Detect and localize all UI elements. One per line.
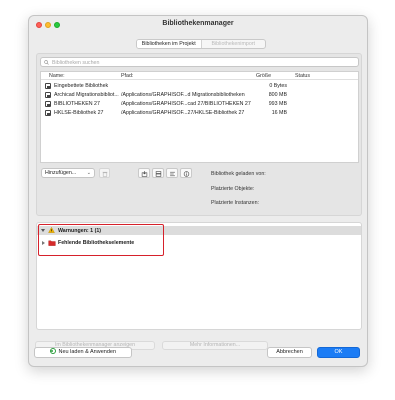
row-path: /Applications/GRAPHISOF...d Migrationsbi… — [121, 92, 245, 98]
libraries-panel: Bibliotheken suchen Name: Pfad: Größe St… — [36, 53, 362, 216]
table-header: Name: Pfad: Größe Status — [41, 72, 358, 80]
placed-instances-label: Platzierte Instanzen: — [211, 200, 259, 206]
table-row[interactable]: Eingebettete Bibliothek 0 Bytes — [41, 82, 358, 90]
library-icon — [45, 83, 51, 89]
cancel-label: Abbrechen — [276, 349, 303, 355]
ok-button[interactable]: OK — [317, 347, 360, 358]
chevron-down-icon: ⌄ — [86, 170, 91, 176]
row-path: /Applications/GRAPHISOF...cad 27/BIBLIOT… — [121, 101, 251, 107]
remove-library-button[interactable] — [99, 168, 110, 178]
row-name: Archicad Migrationsbibliot... — [54, 92, 119, 98]
column-header-size[interactable]: Größe — [256, 73, 271, 79]
more-info-label: Mehr Informationen... — [189, 342, 241, 348]
search-input[interactable]: Bibliotheken suchen — [40, 57, 359, 67]
library-import-icon — [141, 170, 148, 177]
reload-apply-button[interactable]: Neu laden & Anwenden — [34, 347, 132, 358]
library-table: Name: Pfad: Größe Status Eingebettete Bi… — [40, 71, 359, 163]
row-name: Eingebettete Bibliothek — [54, 83, 109, 89]
loaded-from-label: Bibliothek geladen von: — [211, 171, 266, 177]
row-size: 0 Bytes — [269, 83, 287, 89]
library-tool-button-1[interactable] — [138, 168, 150, 178]
add-library-dropdown[interactable]: Hinzufügen... ⌄ — [41, 168, 95, 178]
row-size: 16 MB — [271, 110, 287, 116]
library-icon — [45, 92, 51, 98]
table-row[interactable]: HKLSE-Bibliothek 27 /Applications/GRAPHI… — [41, 109, 358, 117]
titlebar: Bibliothekenmanager — [29, 16, 367, 34]
table-row[interactable]: Archicad Migrationsbibliot... /Applicati… — [41, 91, 358, 99]
row-name: BIBLIOTHEKEN 27 — [54, 101, 100, 107]
window-title: Bibliothekenmanager — [162, 20, 234, 27]
add-library-label: Hinzufügen... — [45, 170, 77, 176]
row-size: 993 MB — [268, 101, 287, 107]
column-header-name[interactable]: Name: — [49, 73, 65, 79]
library-icon — [45, 101, 51, 107]
reload-apply-label: Neu laden & Anwenden — [58, 349, 117, 355]
library-list-icon — [170, 171, 175, 176]
row-size: 800 MB — [268, 92, 287, 98]
highlight-box — [38, 224, 164, 256]
table-row[interactable]: BIBLIOTHEKEN 27 /Applications/GRAPHISOF.… — [41, 100, 358, 108]
tab-library-import[interactable]: Bibliothekenimport — [202, 40, 266, 48]
info-icon — [183, 170, 190, 177]
placed-objects-label: Platzierte Objekte: — [211, 186, 255, 192]
tab-libraries-in-project[interactable]: Bibliotheken im Projekt — [137, 40, 202, 48]
search-placeholder: Bibliotheken suchen — [52, 59, 100, 66]
warnings-panel: Warnungen: 1 (1) Fehlende Bibliotheksele… — [36, 222, 362, 330]
search-icon — [44, 59, 49, 65]
trash-icon — [102, 171, 108, 177]
cancel-button[interactable]: Abbrechen — [267, 347, 312, 358]
tab-bar: Bibliotheken im Projekt Bibliothekenimpo… — [136, 39, 266, 49]
column-header-path[interactable]: Pfad: — [121, 73, 133, 79]
row-path: /Applications/GRAPHISOF...27/HKLSE-Bibli… — [121, 110, 245, 116]
more-info-button[interactable]: Mehr Informationen... — [162, 341, 268, 350]
row-name: HKLSE-Bibliothek 27 — [54, 110, 104, 116]
library-info-button[interactable] — [180, 168, 192, 178]
reload-icon — [49, 348, 56, 354]
library-icon — [45, 110, 51, 116]
library-stack-icon — [155, 170, 162, 177]
library-tool-button-2[interactable] — [152, 168, 164, 178]
library-tool-button-3[interactable] — [166, 168, 178, 178]
column-header-status[interactable]: Status — [295, 73, 310, 79]
ok-label: OK — [334, 349, 343, 355]
library-manager-window: Bibliothekenmanager Bibliotheken im Proj… — [28, 15, 368, 367]
